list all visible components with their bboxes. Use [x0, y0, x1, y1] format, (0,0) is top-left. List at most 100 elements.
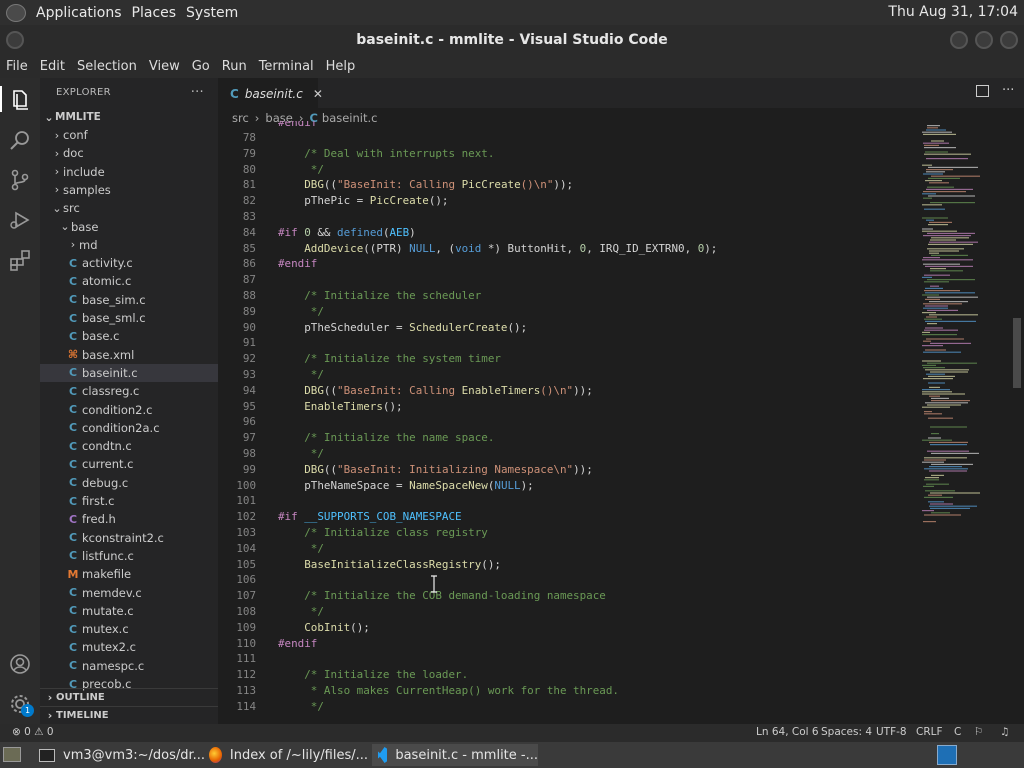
- outline-section-header[interactable]: › OUTLINE: [40, 688, 218, 706]
- notification-badge: 1: [21, 704, 34, 717]
- tree-item-mutex-c[interactable]: Cmutex.c: [40, 620, 218, 638]
- tree-item-makefile[interactable]: Mmakefile: [40, 565, 218, 583]
- menu-run[interactable]: Run: [216, 59, 253, 74]
- tree-item-base-sml-c[interactable]: Cbase_sml.c: [40, 309, 218, 327]
- workspace-switcher[interactable]: [937, 745, 957, 765]
- menu-go[interactable]: Go: [186, 59, 216, 74]
- minimap-line: [928, 166, 978, 168]
- tree-item-fred-h[interactable]: Cfred.h: [40, 510, 218, 528]
- tree-item-namespc-c[interactable]: Cnamespc.c: [40, 657, 218, 675]
- menu-view[interactable]: View: [143, 59, 186, 74]
- explorer-more-button[interactable]: ···: [191, 85, 204, 100]
- minimap-line: [931, 433, 939, 435]
- tree-item-kconstraint2-c[interactable]: Ckconstraint2.c: [40, 529, 218, 547]
- minimize-button[interactable]: [950, 31, 968, 49]
- tree-item-activity-c[interactable]: Cactivity.c: [40, 254, 218, 272]
- source-control-icon[interactable]: [8, 168, 32, 192]
- show-desktop-icon[interactable]: [3, 747, 21, 762]
- applications-menu[interactable]: Applications: [36, 5, 122, 21]
- end-of-line[interactable]: CRLF: [916, 726, 943, 738]
- close-tab-icon[interactable]: ✕: [313, 87, 323, 101]
- menu-edit[interactable]: Edit: [34, 59, 71, 74]
- explorer-icon[interactable]: [8, 88, 32, 112]
- encoding[interactable]: UTF-8: [876, 726, 907, 738]
- menu-selection[interactable]: Selection: [71, 59, 143, 74]
- clock[interactable]: Thu Aug 31, 17:04: [888, 4, 1018, 20]
- extensions-icon[interactable]: [8, 248, 32, 272]
- line-number: 100: [236, 478, 256, 492]
- tree-item-memdev-c[interactable]: Cmemdev.c: [40, 584, 218, 602]
- notifications-bell-icon[interactable]: ♫: [1000, 726, 1009, 738]
- tree-item-mutate-c[interactable]: Cmutate.c: [40, 602, 218, 620]
- code-editor[interactable]: #endif 78 79 /* Deal with interrupts next…: [218, 121, 918, 724]
- minimap-line: [922, 312, 936, 314]
- tree-item-atomic-c[interactable]: Catomic.c: [40, 272, 218, 290]
- tree-item-doc[interactable]: › doc: [40, 144, 218, 162]
- tree-item-listfunc-c[interactable]: Clistfunc.c: [40, 547, 218, 565]
- close-window-button[interactable]: [1000, 31, 1018, 49]
- minimap-line: [922, 391, 952, 393]
- minimap-line: [922, 294, 939, 296]
- tree-item-base-c[interactable]: Cbase.c: [40, 327, 218, 345]
- line-number: 113: [236, 684, 256, 697]
- problems-indicator[interactable]: ⊗ 0 ⚠ 0: [12, 726, 54, 738]
- system-menu[interactable]: System: [186, 5, 238, 21]
- c-file-icon: C: [230, 86, 239, 101]
- tree-root-mmlite[interactable]: ⌄ MMLITE: [40, 108, 218, 126]
- tree-item-md[interactable]: › md: [40, 236, 218, 254]
- tree-item-classreg-c[interactable]: Cclassreg.c: [40, 382, 218, 400]
- search-icon[interactable]: [8, 128, 32, 152]
- root-label: MMLITE: [55, 111, 101, 123]
- tree-item-first-c[interactable]: Cfirst.c: [40, 492, 218, 510]
- line-number: 89: [242, 304, 256, 318]
- minimap-line: [924, 468, 968, 470]
- tree-item-condition2a-c[interactable]: Ccondition2a.c: [40, 419, 218, 437]
- tree-item-base-sim-c[interactable]: Cbase_sim.c: [40, 291, 218, 309]
- menu-terminal[interactable]: Terminal: [253, 59, 320, 74]
- split-editor-icon[interactable]: [976, 85, 989, 97]
- tree-item-samples[interactable]: › samples: [40, 181, 218, 199]
- chevron-down-icon: ⌄: [52, 201, 62, 215]
- tree-item-current-c[interactable]: Ccurrent.c: [40, 455, 218, 473]
- timeline-section-header[interactable]: › TIMELINE: [40, 706, 218, 724]
- rss-file-icon: ⌘: [67, 348, 79, 362]
- run-debug-icon[interactable]: [8, 208, 32, 232]
- tree-item-baseinit-c[interactable]: Cbaseinit.c: [40, 363, 218, 382]
- editor-more-button[interactable]: ···: [1002, 83, 1014, 98]
- activity-bar: 1: [0, 78, 40, 724]
- tree-item-condtn-c[interactable]: Ccondtn.c: [40, 437, 218, 455]
- c-file-icon: C: [68, 457, 78, 471]
- minimap[interactable]: [918, 121, 1024, 724]
- tree-item-mutex2-c[interactable]: Cmutex2.c: [40, 638, 218, 656]
- window-menu-button[interactable]: [6, 31, 24, 49]
- tree-item-src[interactable]: ⌄ src: [40, 199, 218, 217]
- tree-item-base[interactable]: ⌄ base: [40, 218, 218, 236]
- vertical-scrollbar-thumb[interactable]: [1013, 318, 1021, 388]
- cursor-position[interactable]: Ln 64, Col 6: [756, 726, 819, 738]
- tree-item-condition2-c[interactable]: Ccondition2.c: [40, 401, 218, 419]
- tree-item-include[interactable]: › include: [40, 163, 218, 181]
- minimap-line: [923, 235, 971, 237]
- taskbar-item-vscode[interactable]: baseinit.c - mmlite -...: [372, 744, 538, 766]
- window-titlebar[interactable]: baseinit.c - mmlite - Visual Studio Code: [0, 25, 1024, 55]
- feedback-icon[interactable]: ⚐: [974, 726, 983, 738]
- tree-item-base-xml[interactable]: ⌘ base.xml: [40, 346, 218, 364]
- tree-item-debug-c[interactable]: Cdebug.c: [40, 474, 218, 492]
- code-line: */: [278, 304, 324, 318]
- tab-baseinit-c[interactable]: C baseinit.c ✕: [218, 78, 323, 108]
- taskbar-item-firefox[interactable]: Index of /~lily/files/...: [203, 744, 368, 766]
- menu-help[interactable]: Help: [320, 59, 362, 74]
- tree-item-conf[interactable]: › conf: [40, 126, 218, 144]
- minimap-line: [925, 180, 942, 182]
- minimap-line: [931, 452, 979, 454]
- places-menu[interactable]: Places: [132, 5, 177, 21]
- c-file-icon: C: [68, 659, 78, 673]
- maximize-button[interactable]: [975, 31, 993, 49]
- line-number: 108: [236, 605, 256, 618]
- indentation[interactable]: Spaces: 4: [821, 726, 872, 738]
- menu-file[interactable]: File: [0, 59, 34, 74]
- language-mode[interactable]: C: [954, 726, 961, 738]
- accounts-icon[interactable]: [8, 652, 32, 676]
- makefile-icon: M: [67, 567, 79, 581]
- gnome-foot-icon[interactable]: [6, 3, 26, 22]
